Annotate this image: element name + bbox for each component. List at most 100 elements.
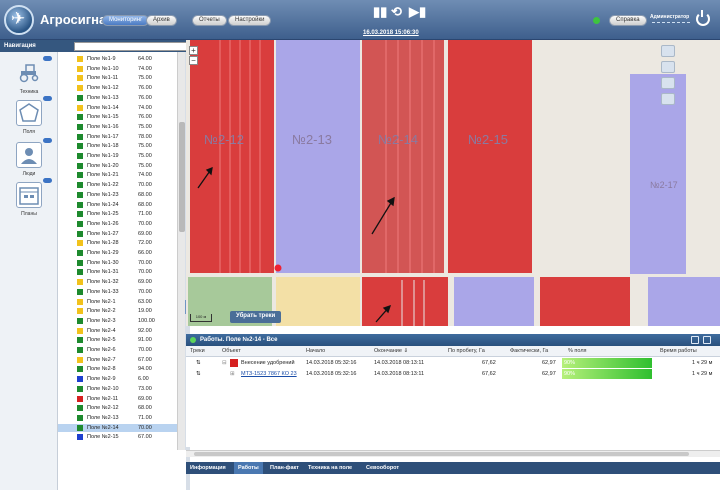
field-list-item[interactable]: Поле №1-11 75.00 <box>58 74 177 82</box>
field-list-item[interactable]: Поле №1-16 75.00 <box>58 123 177 131</box>
field-list-item[interactable]: Поле №2-9 6.00 <box>58 375 177 383</box>
remove-tracks-button[interactable]: Убрать треки <box>230 311 282 323</box>
field-list-item[interactable]: Поле №2-4 92.00 <box>58 327 177 335</box>
field-list-item[interactable]: Поле №1-19 75.00 <box>58 152 177 160</box>
field-list-item[interactable]: Поле №1-9 64.00 <box>58 55 177 63</box>
row-object: Внесение удобрений <box>241 360 295 366</box>
field-list-item[interactable]: Поле №2-1 63.00 <box>58 298 177 306</box>
zoom-out-button[interactable]: − <box>189 56 198 65</box>
field-list-item[interactable]: Поле №1-28 72.00 <box>58 239 177 247</box>
tab-plan-fact[interactable]: План-факт <box>266 462 303 474</box>
column-start[interactable]: Начало <box>306 348 325 354</box>
map-view[interactable]: №2-12 №2-13 №2-14 №2-15 №2-17 + − <box>186 40 720 326</box>
tab-crop-rotation[interactable]: Севооборот <box>362 462 403 474</box>
field-list-item[interactable]: Поле №1-17 78.00 <box>58 133 177 141</box>
field-list-item[interactable]: Поле №2-11 69.00 <box>58 395 177 403</box>
field-list-item[interactable]: Поле №1-32 69.00 <box>58 278 177 286</box>
pause-icon[interactable]: ▮▮ <box>373 4 387 20</box>
field-name: Поле №1-27 <box>87 230 119 237</box>
field-list-item[interactable]: Поле №2-15 67.00 <box>58 433 177 441</box>
field-list-item[interactable]: Поле №2-3 100.00 <box>58 317 177 325</box>
settings-button[interactable]: Настройки <box>228 15 272 26</box>
field-list-item[interactable]: Поле №1-25 71.00 <box>58 210 177 218</box>
tab-works[interactable]: Работы <box>234 462 263 474</box>
current-datetime[interactable]: 16.03.2018 15:06:30 <box>363 30 419 36</box>
field-list-item[interactable]: Поле №1-26 70.00 <box>58 220 177 228</box>
monitoring-button[interactable]: Мониторинг <box>102 15 150 26</box>
ruler-icon[interactable] <box>661 77 675 89</box>
collapse-badge-icon[interactable] <box>43 138 52 143</box>
field-list-item[interactable]: Поле №1-22 70.00 <box>58 181 177 189</box>
print-icon[interactable] <box>703 336 711 344</box>
field-list-item[interactable]: Поле №2-2 19.00 <box>58 307 177 315</box>
field-label-2-13: №2-13 <box>292 132 332 147</box>
collapse-badge-icon[interactable] <box>43 178 52 183</box>
reports-button[interactable]: Отчеты <box>192 15 227 26</box>
help-button[interactable]: Справка <box>609 15 647 26</box>
zoom-in-button[interactable]: + <box>189 46 198 55</box>
sidebar-item-label: Поля <box>23 129 35 135</box>
collapse-badge-icon[interactable] <box>43 56 52 61</box>
field-list-item[interactable]: Поле №1-21 74.00 <box>58 171 177 179</box>
column-actual[interactable]: Фактически, Га <box>510 348 548 354</box>
field-list-item[interactable]: Поле №2-5 91.00 <box>58 336 177 344</box>
field-list-item[interactable]: Поле №2-14 70.00 <box>58 423 177 432</box>
tab-information[interactable]: Информация <box>186 462 230 474</box>
field-list-item[interactable]: Поле №2-12 68.00 <box>58 404 177 412</box>
field-list-item[interactable]: Поле №1-18 75.00 <box>58 142 177 150</box>
field-list-item[interactable]: Поле №1-14 74.00 <box>58 104 177 112</box>
sidebar-item-plans[interactable]: Планы <box>8 178 52 222</box>
field-list-item[interactable]: Поле №1-31 70.00 <box>58 268 177 276</box>
field-list-item[interactable]: Поле №2-6 70.00 <box>58 346 177 354</box>
column-by-mileage[interactable]: По пробегу, Га <box>448 348 485 354</box>
field-area: 74.00 <box>138 65 152 72</box>
row-vehicle-link[interactable]: МТЗ-1523 7867 КО 23 <box>241 371 297 377</box>
replay-icon[interactable]: ⟲ <box>391 4 402 20</box>
column-work-time[interactable]: Время работы <box>660 348 697 354</box>
field-list-item[interactable]: Поле №1-23 68.00 <box>58 191 177 199</box>
grid-horizontal-scrollbar[interactable] <box>186 450 720 457</box>
sidebar-item-fields[interactable]: Поля <box>8 96 52 140</box>
field-list-item[interactable]: Поле №2-8 94.00 <box>58 365 177 373</box>
field-list-item[interactable]: Поле №1-27 69.00 <box>58 230 177 238</box>
field-list-item[interactable]: Поле №2-10 73.00 <box>58 385 177 393</box>
column-object[interactable]: Объект <box>222 348 241 354</box>
archive-button[interactable]: Архив <box>146 15 177 26</box>
sidebar-item-people[interactable]: Люди <box>8 138 52 182</box>
tab-vehicles-on-field[interactable]: Техника на поле <box>304 462 356 474</box>
layers-icon[interactable] <box>661 45 675 57</box>
collapse-badge-icon[interactable] <box>43 96 52 101</box>
field-list-item[interactable]: Поле №2-7 67.00 <box>58 356 177 364</box>
expand-icon[interactable]: ⊞ <box>230 371 235 377</box>
step-forward-icon[interactable]: ▶▮ <box>409 4 426 20</box>
field-list-item[interactable]: Поле №1-20 75.00 <box>58 162 177 170</box>
field-list-item[interactable]: Поле №1-29 66.00 <box>58 249 177 257</box>
field-list-item[interactable]: Поле №1-12 76.00 <box>58 84 177 92</box>
column-tracks[interactable]: Треки <box>190 348 205 354</box>
field-color-icon <box>77 75 83 82</box>
field-list-item[interactable]: Поле №1-33 70.00 <box>58 288 177 296</box>
field-list-item[interactable]: Поле №1-15 76.00 <box>58 113 177 121</box>
field-list-item[interactable]: Поле №2-13 71.00 <box>58 414 177 422</box>
field-list-item[interactable]: Поле №1-30 70.00 <box>58 259 177 267</box>
column-end[interactable]: Окончание ⇓ <box>374 348 408 354</box>
field-label-2-12: №2-12 <box>204 132 244 147</box>
field-list-item[interactable]: Поле №1-24 68.00 <box>58 201 177 209</box>
scrollbar-thumb[interactable] <box>194 452 689 456</box>
field-list-scrollbar[interactable] <box>177 52 185 450</box>
logout-power-icon[interactable] <box>696 10 710 26</box>
field-list-item[interactable]: Поле №1-10 74.00 <box>58 65 177 73</box>
track-toggle-icon[interactable]: ⇅ <box>196 360 201 366</box>
navigation-search-input[interactable] <box>74 42 187 51</box>
field-list-item[interactable]: Поле №1-13 76.00 <box>58 94 177 102</box>
export-icon[interactable] <box>691 336 699 344</box>
track-toggle-icon[interactable]: ⇅ <box>196 371 201 377</box>
column-field-percent[interactable]: % поля <box>568 348 587 354</box>
fullscreen-icon[interactable] <box>661 61 675 73</box>
polygon-draw-icon[interactable] <box>661 93 675 105</box>
field-area: 76.00 <box>138 85 152 92</box>
expand-icon[interactable]: ⊟ <box>222 360 227 366</box>
field-color-icon <box>77 434 83 441</box>
sidebar-item-vehicles[interactable]: Техника <box>8 56 52 100</box>
user-name[interactable]: Администратор <box>650 14 689 20</box>
